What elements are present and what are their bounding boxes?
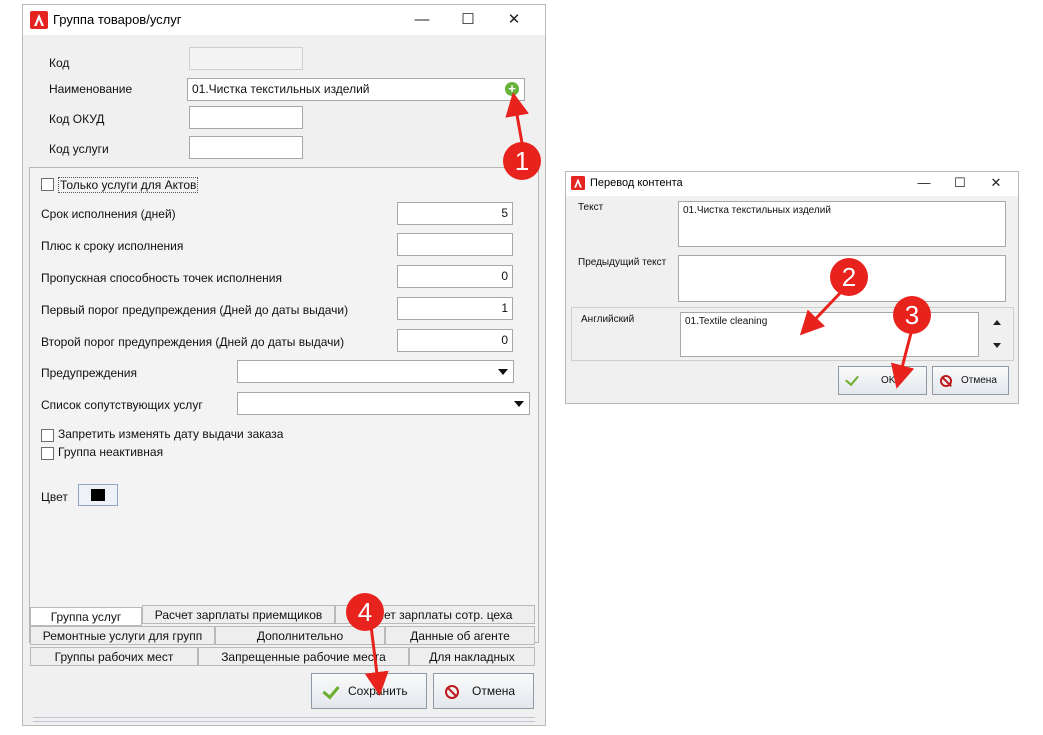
step-marker-1: 1 (503, 142, 541, 180)
step-marker-4: 4 (346, 593, 384, 631)
arrow-1 (505, 92, 529, 144)
arrow-3 (890, 332, 915, 389)
step-marker-2: 2 (830, 258, 868, 296)
arrow-4 (364, 625, 389, 696)
arrow-2 (799, 288, 845, 336)
step-marker-3: 3 (893, 296, 931, 334)
annotation-arrows (364, 92, 915, 696)
